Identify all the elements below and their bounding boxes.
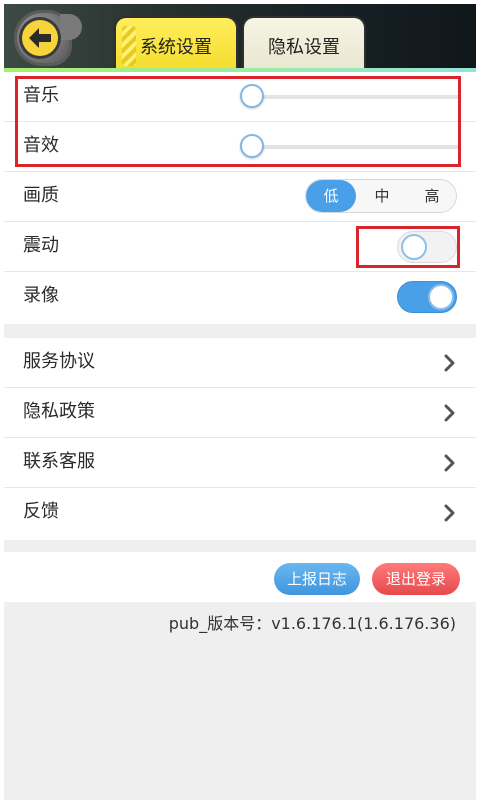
link-privacy-policy[interactable]: 隐私政策 [4,388,476,438]
link-contact-support[interactable]: 联系客服 [4,438,476,488]
vibration-toggle-knob [401,234,427,260]
link-contact-support-label: 联系客服 [23,451,95,472]
link-feedback-label: 反馈 [23,501,59,522]
chevron-right-icon [444,354,455,372]
back-button[interactable] [14,10,82,66]
sfx-slider-knob[interactable] [240,134,264,158]
version-text: pub_版本号：v1.6.176.1(1.6.176.36) [168,614,456,633]
music-slider-knob[interactable] [240,84,264,108]
report-log-button[interactable]: 上报日志 [274,563,360,595]
sfx-row: 音效 [4,122,476,172]
tab-system-settings-label: 系统设置 [140,37,212,58]
quality-option-high[interactable]: 高 [407,180,456,212]
link-feedback[interactable]: 反馈 [4,488,476,538]
music-row: 音乐 [4,72,476,122]
link-service-agreement[interactable]: 服务协议 [4,338,476,388]
recording-toggle[interactable] [397,281,457,313]
recording-row: 录像 [4,272,476,322]
sfx-slider-track[interactable] [252,145,460,149]
settings-screen: 系统设置 隐私设置 音乐 音效 画质 低 中 高 震动 录像 服务协议 隐私政策… [4,4,476,800]
links-section: 服务协议 隐私政策 联系客服 反馈 [4,338,476,540]
recording-toggle-knob [428,284,454,310]
music-slider[interactable] [240,83,460,111]
actions-section: 上报日志 退出登录 [4,552,476,602]
sfx-label: 音效 [23,135,59,156]
chevron-right-icon [444,404,455,422]
vibration-toggle[interactable] [397,231,457,263]
music-slider-track[interactable] [252,95,460,99]
quality-option-medium[interactable]: 中 [357,180,407,212]
music-label: 音乐 [23,85,59,106]
tab-privacy-settings-label: 隐私设置 [268,37,340,58]
link-service-agreement-label: 服务协议 [23,351,95,372]
sfx-slider[interactable] [240,133,460,161]
link-privacy-policy-label: 隐私政策 [23,401,95,422]
quality-row: 画质 低 中 高 [4,172,476,222]
tab-privacy-settings[interactable]: 隐私设置 [242,16,366,72]
vibration-row: 震动 [4,222,476,272]
chevron-right-icon [444,504,455,522]
quality-option-low[interactable]: 低 [306,180,356,212]
vibration-label: 震动 [23,235,59,256]
tab-system-settings[interactable]: 系统设置 [114,16,238,72]
logout-button[interactable]: 退出登录 [372,563,460,595]
header-bar: 系统设置 隐私设置 [4,4,476,72]
back-button-tail [60,14,82,40]
chevron-right-icon [444,454,455,472]
recording-label: 录像 [23,285,59,306]
quality-segmented-control[interactable]: 低 中 高 [305,179,457,213]
quality-label: 画质 [23,185,59,206]
system-settings-section: 音乐 音效 画质 低 中 高 震动 录像 [4,72,476,324]
back-arrow-icon [29,28,51,48]
